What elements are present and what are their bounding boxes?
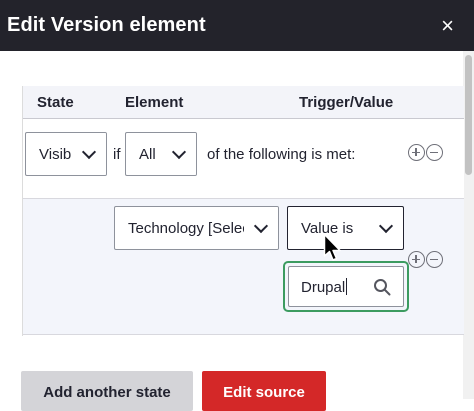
minus-circle-icon[interactable]: [426, 251, 443, 268]
state-select[interactable]: Visible: [25, 132, 107, 176]
close-icon[interactable]: ×: [441, 14, 454, 37]
minus-circle-icon[interactable]: [426, 144, 443, 161]
plus-circle-icon[interactable]: [408, 251, 425, 268]
search-icon[interactable]: [373, 278, 391, 296]
value-input[interactable]: Drupal: [288, 266, 404, 307]
scrollbar-thumb[interactable]: [465, 55, 472, 175]
dialog-titlebar: Edit Version element ×: [0, 0, 474, 51]
element-select-value: Technology [Select]: [128, 219, 259, 237]
element-select[interactable]: Technology [Select]: [114, 206, 279, 250]
add-another-state-button[interactable]: Add another state: [21, 371, 193, 411]
value-input-text: Drupal: [301, 279, 346, 296]
row1-add-remove: [408, 144, 443, 161]
if-label: if: [113, 146, 121, 163]
element-scope-select[interactable]: All: [125, 132, 197, 176]
plus-circle-icon[interactable]: [408, 144, 425, 161]
mouse-pointer-icon: [323, 233, 341, 261]
edit-source-button[interactable]: Edit source: [202, 371, 326, 411]
chevron-down-icon: [378, 218, 394, 234]
row2-add-remove: [408, 251, 443, 268]
condition-text: of the following is met:: [207, 146, 356, 163]
element-scope-value: All: [139, 145, 156, 163]
header-trigger-value: Trigger/Value: [299, 94, 394, 111]
table-header: State Element Trigger/Value: [23, 86, 464, 119]
header-state: State: [37, 94, 74, 111]
value-input-focus-ring: Drupal: [283, 261, 409, 312]
dialog-title: Edit Version element: [7, 14, 206, 36]
trigger-select[interactable]: Value is: [287, 206, 404, 250]
header-element: Element: [125, 94, 184, 111]
dialog-scrollbar[interactable]: [463, 51, 474, 399]
text-caret: [346, 278, 348, 295]
